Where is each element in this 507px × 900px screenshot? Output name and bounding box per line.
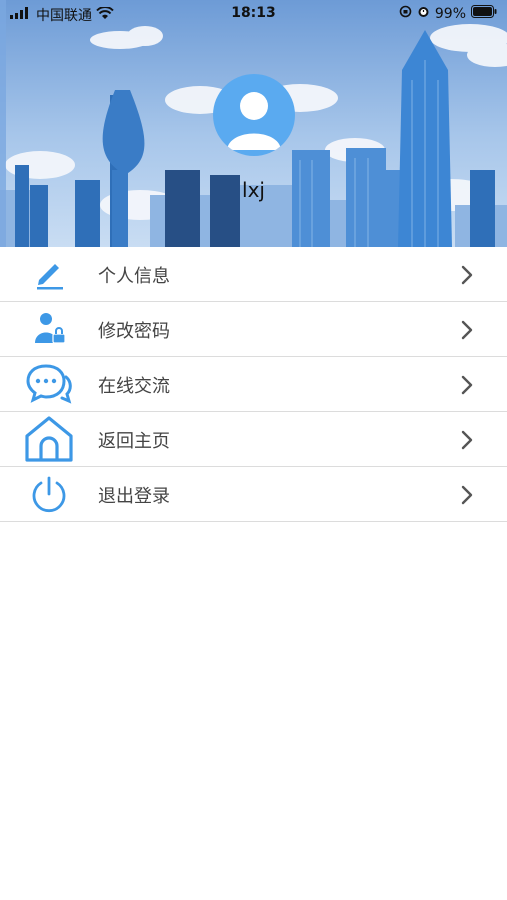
menu-item-change-password[interactable]: 修改密码 [0,302,507,357]
home-icon [22,416,76,462]
edit-icon [22,252,76,296]
menu-item-label: 个人信息 [98,266,170,287]
menu-item-label: 退出登录 [98,486,170,507]
profile-header: 中国联通 18:13 99% lxj [0,0,507,247]
chevron-right-icon [461,430,473,454]
alarm-icon [417,5,430,22]
user-lock-icon [22,307,76,351]
chevron-right-icon [461,485,473,509]
settings-menu: 个人信息 修改密码 在线交流 返回主页 退出登录 [0,247,507,522]
menu-item-label: 在线交流 [98,376,170,397]
menu-item-personal-info[interactable]: 个人信息 [0,247,507,302]
power-icon [22,472,76,516]
menu-item-online-chat[interactable]: 在线交流 [0,357,507,412]
chevron-right-icon [461,375,473,399]
battery-icon [471,5,497,22]
menu-item-return-home[interactable]: 返回主页 [0,412,507,467]
chevron-right-icon [461,265,473,289]
menu-item-label: 修改密码 [98,321,170,342]
username: lxj [242,178,265,202]
chevron-right-icon [461,320,473,344]
status-bar: 中国联通 18:13 99% [0,0,507,28]
avatar[interactable] [213,74,295,156]
menu-item-label: 返回主页 [98,431,170,452]
status-right: 99% [399,5,497,22]
menu-item-logout[interactable]: 退出登录 [0,467,507,522]
orientation-lock-icon [399,5,412,22]
chat-icon [22,362,76,406]
user-avatar-icon [227,92,281,150]
battery-percent: 99% [434,5,466,22]
